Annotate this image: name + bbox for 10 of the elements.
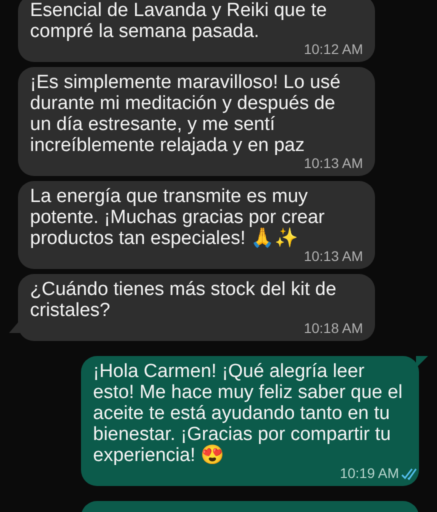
message-time: 10:13 AM (304, 156, 363, 171)
message-text: ¡Hola Carmen! ¡Qué alegría leer esto! Me hace muy feliz saber que el aceite te está ayudando tanto en tu bienestar. ¡Gracias por compartir tu experiencia! 😍 (93, 361, 404, 466)
message-text: Esencial de Lavanda y Reiki que te compré la semana pasada. (30, 0, 328, 42)
message-text: ¿Cuándo tienes más stock del kit de cristales? (30, 279, 338, 321)
message-text: La energía que transmite es muy potente. ¡Muchas gracias por crear productos tan especiales! 🙏✨ (30, 186, 326, 249)
message-text: ¡Es simplemente maravilloso! Lo usé durante mi meditación y después de un día estresante, y me sentí increíblemente relajada y en paz (30, 72, 342, 156)
message-time: 10:12 AM (304, 42, 363, 57)
message-time: 10:19 AM (340, 466, 399, 481)
message-time: 10:18 AM (304, 321, 363, 336)
message-time: 10:13 AM (304, 249, 363, 264)
